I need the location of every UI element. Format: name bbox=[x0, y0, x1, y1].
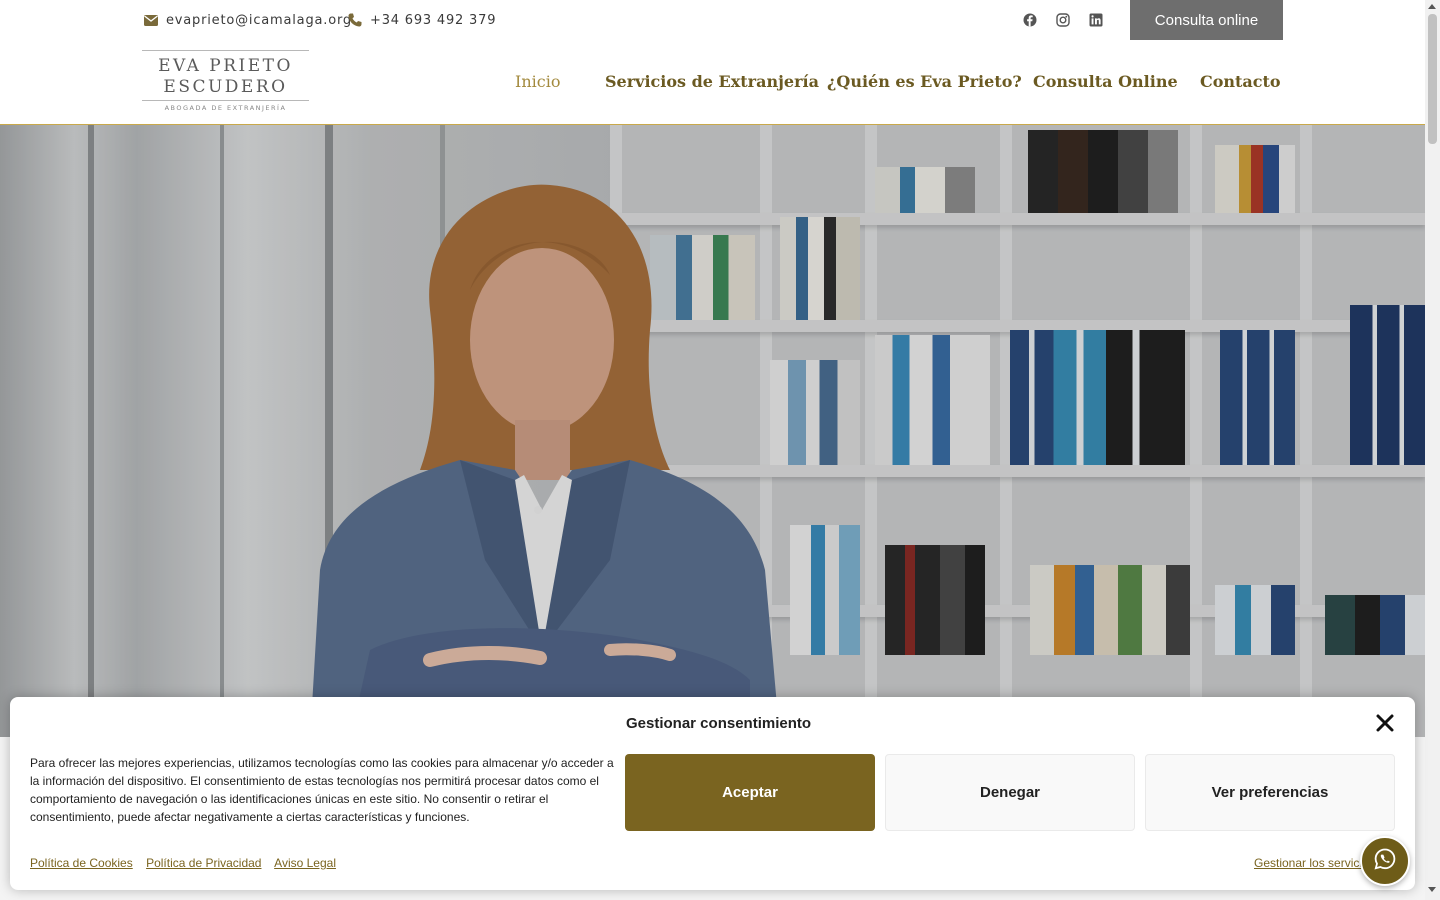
cookie-message: Para ofrecer las mejores experiencias, u… bbox=[30, 756, 614, 824]
nav-item-inicio[interactable]: Inicio bbox=[515, 72, 560, 91]
privacy-policy-link[interactable]: Política de Privacidad bbox=[146, 856, 261, 870]
envelope-icon bbox=[143, 12, 159, 28]
phone-text[interactable]: +34 693 492 379 bbox=[370, 13, 496, 28]
page-scrollbar[interactable] bbox=[1425, 0, 1440, 900]
nav-item-servicios[interactable]: Servicios de Extranjería bbox=[605, 72, 819, 91]
logo-line-1: EVA PRIETO bbox=[158, 56, 293, 76]
logo-line-2: ESCUDERO bbox=[163, 77, 288, 97]
linkedin-icon[interactable] bbox=[1088, 12, 1104, 28]
cookie-consent-banner: Gestionar consentimiento Para ofrecer la… bbox=[10, 697, 1415, 890]
nav-item-consulta-online[interactable]: Consulta Online bbox=[1033, 72, 1178, 91]
top-bar: evaprieto@icamalaga.org +34 693 492 379 … bbox=[0, 0, 1425, 40]
scroll-thumb[interactable] bbox=[1428, 14, 1437, 144]
cookie-title: Gestionar consentimiento bbox=[626, 715, 812, 732]
facebook-icon[interactable] bbox=[1022, 12, 1038, 28]
scroll-up-arrow[interactable] bbox=[1428, 4, 1436, 9]
email-text[interactable]: evaprieto@icamalaga.org bbox=[166, 13, 352, 28]
manage-services-link[interactable]: Gestionar los servicios bbox=[1254, 856, 1367, 870]
whatsapp-icon bbox=[1373, 847, 1397, 876]
deny-button[interactable]: Denegar bbox=[885, 754, 1135, 831]
phone-icon bbox=[347, 12, 363, 28]
site-logo[interactable]: EVA PRIETO ESCUDERO ABOGADA DE EXTRANJER… bbox=[142, 50, 309, 114]
preferences-button[interactable]: Ver preferencias bbox=[1145, 754, 1395, 831]
logo-rule-top bbox=[142, 50, 309, 51]
logo-tagline: ABOGADA DE EXTRANJERÍA bbox=[164, 104, 287, 112]
cookie-policy-link[interactable]: Política de Cookies bbox=[30, 856, 133, 870]
instagram-icon[interactable] bbox=[1055, 12, 1071, 28]
nav-item-contacto[interactable]: Contacto bbox=[1200, 72, 1281, 91]
nav-item-quien-es[interactable]: ¿Quién es Eva Prieto? bbox=[827, 72, 1022, 91]
whatsapp-chat-button[interactable] bbox=[1360, 836, 1410, 886]
phone-contact[interactable]: +34 693 492 379 bbox=[347, 12, 496, 28]
logo-rule-bottom bbox=[142, 100, 309, 101]
consulta-online-button[interactable]: Consulta online bbox=[1130, 0, 1283, 40]
accept-button[interactable]: Aceptar bbox=[625, 754, 875, 831]
email-contact[interactable]: evaprieto@icamalaga.org bbox=[143, 12, 352, 28]
close-icon[interactable] bbox=[1375, 713, 1395, 733]
scroll-down-arrow[interactable] bbox=[1428, 887, 1436, 892]
hero-image bbox=[0, 125, 1425, 737]
legal-notice-link[interactable]: Aviso Legal bbox=[274, 856, 336, 870]
cookie-policy-links: Política de Cookies Política de Privacid… bbox=[30, 856, 346, 870]
